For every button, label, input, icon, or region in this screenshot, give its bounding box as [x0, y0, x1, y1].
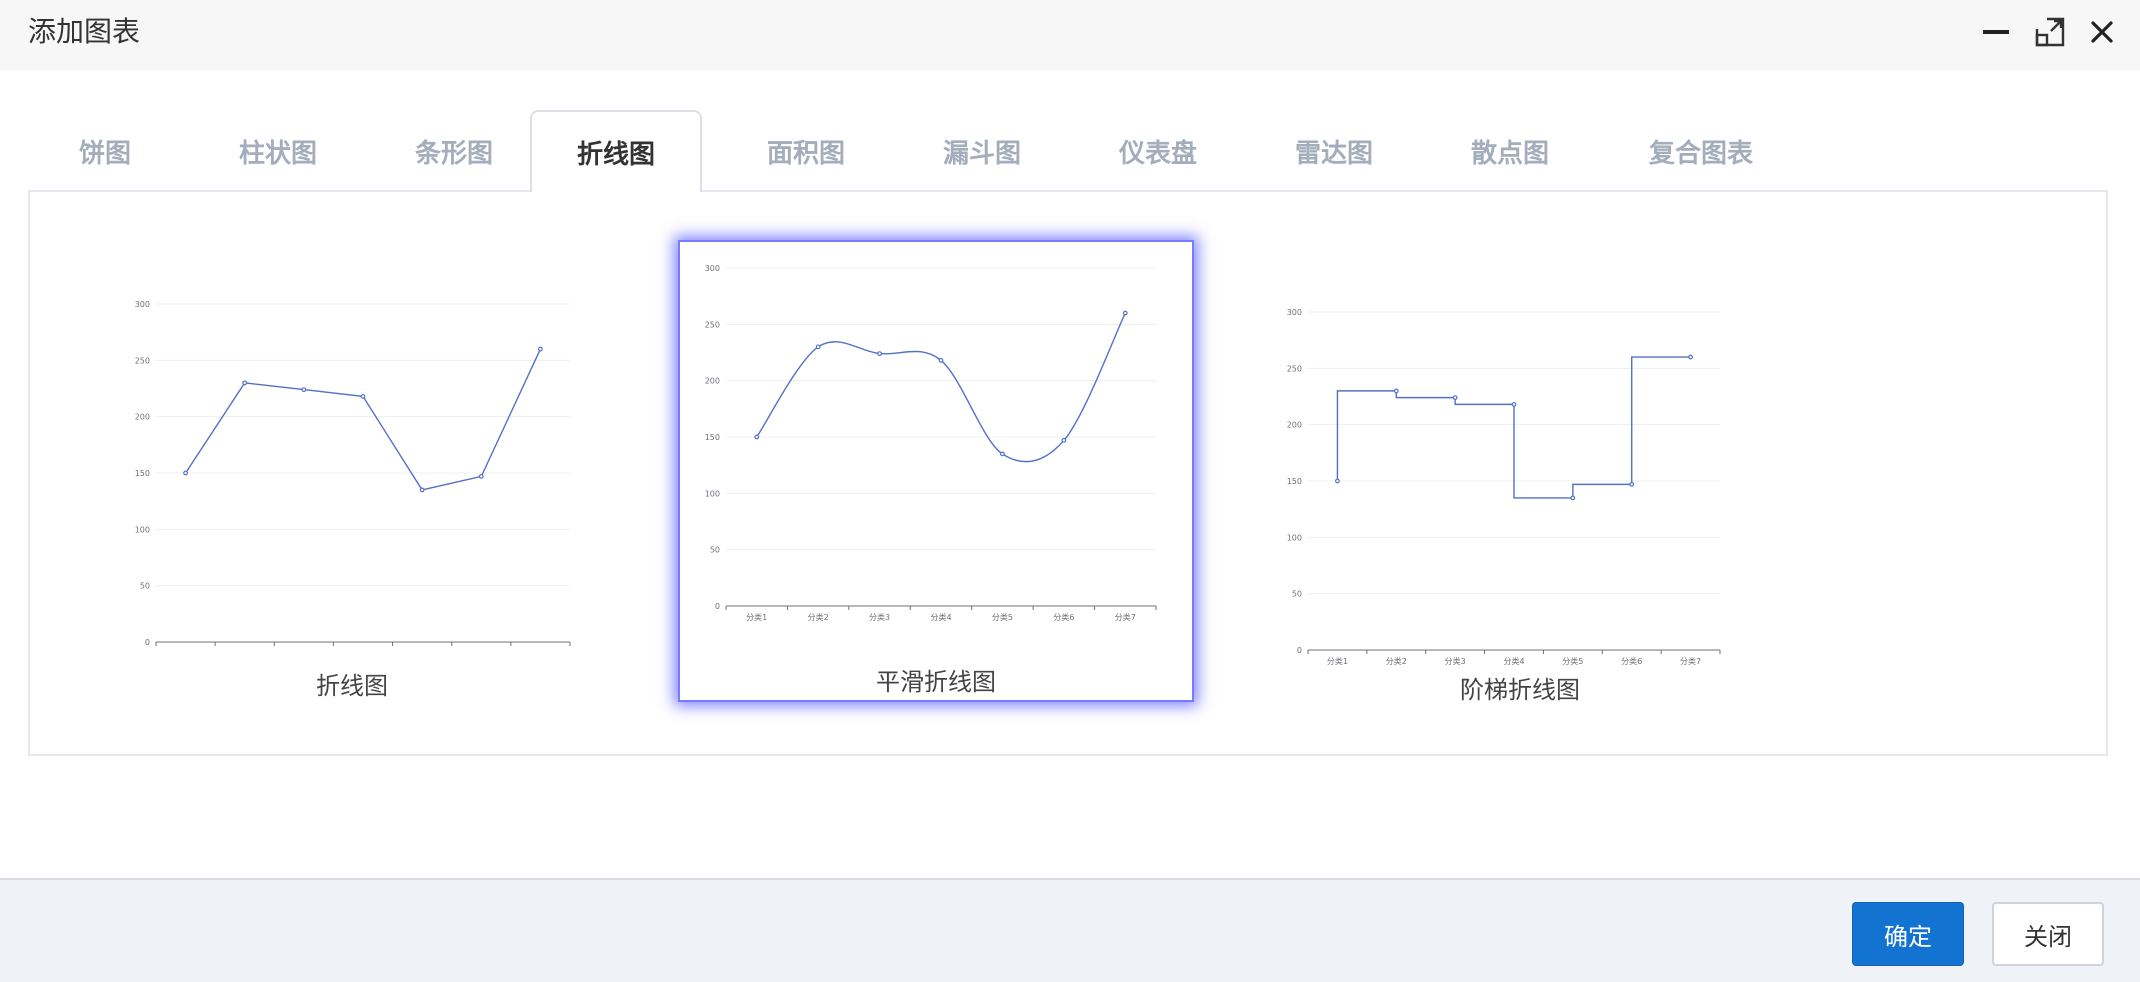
x-tick-label: 分类1: [746, 612, 767, 622]
x-tick-label: 分类5: [992, 612, 1013, 622]
chart-option-step-line[interactable]: 0 50 100 150 200 250 300 分类1 分类2 分类3 分类4 分类5 分类6 分类7 …: [1270, 226, 1770, 704]
dialog-footer: 确定 关闭: [0, 878, 2140, 982]
data-point: [183, 470, 188, 476]
tab-gauge[interactable]: 仪表盘: [1098, 110, 1218, 192]
x-tick-label: 分类1: [1327, 656, 1348, 666]
tab-label: 折线图: [576, 139, 655, 170]
series-line: [756, 312, 1126, 463]
data-point: [938, 357, 944, 363]
data-point: [1570, 495, 1576, 501]
y-tick-label: 0: [1297, 646, 1302, 655]
x-tick-label: 分类7: [1115, 612, 1136, 622]
data-point: [538, 346, 543, 352]
y-tick-label: 300: [705, 264, 720, 273]
confirm-button[interactable]: 确定: [1852, 902, 1964, 966]
dialog-title: 添加图表: [28, 15, 141, 48]
dialog-titlebar: 添加图表: [0, 0, 2140, 70]
y-tick-label: 50: [1292, 590, 1302, 599]
data-point: [1061, 437, 1067, 443]
y-tick-label: 200: [135, 413, 150, 422]
step-line-chart-preview: 0 50 100 150 200 250 300 分类1 分类2 分类3 分类4 分类5 分类6 分类7: [1287, 308, 1721, 666]
data-point: [1688, 354, 1693, 360]
y-tick-label: 150: [135, 469, 150, 478]
series-line: [185, 348, 542, 491]
y-tick-label: 100: [1287, 533, 1302, 542]
chart-option-label: 折线图: [316, 672, 388, 700]
y-tick-label: 150: [1287, 477, 1302, 486]
x-tick-label: 分类2: [1386, 656, 1407, 666]
y-tick-label: 250: [1287, 364, 1302, 373]
data-point: [1335, 478, 1340, 484]
tab-radar[interactable]: 雷达图: [1274, 110, 1394, 192]
tab-area[interactable]: 面积图: [746, 110, 866, 192]
y-tick-label: 0: [145, 638, 150, 646]
y-tick-label: 300: [1287, 308, 1302, 317]
x-tick-label: 分类3: [869, 612, 890, 622]
data-point: [419, 487, 425, 493]
x-tick-label: 分类6: [1053, 612, 1074, 622]
tab-combo[interactable]: 复合图表: [1626, 110, 1776, 192]
tab-label: 漏斗图: [942, 138, 1021, 169]
chart-type-panel: 050100150200250300分类1分类2分类3分类4分类5分类6分类7 …: [28, 190, 2108, 756]
data-point: [1000, 451, 1005, 457]
y-tick-label: 100: [135, 525, 150, 534]
chart-category-tabs: 饼图 柱状图 条形图 折线图 面积图 漏斗图 仪表盘 雷达图 散点图 复合图表: [28, 110, 2108, 192]
chart-option-label: 平滑折线图: [876, 668, 996, 696]
data-point: [360, 393, 366, 399]
data-point: [1122, 310, 1128, 316]
minimize-icon[interactable]: [1978, 14, 2014, 50]
y-tick-label: 200: [705, 377, 720, 386]
data-point: [815, 344, 821, 350]
smooth-line-chart-preview: 0 50 100 150 200 250 300 分类1 分类2 分类3 分类4 分类5 分类6 分类7: [705, 264, 1157, 622]
x-tick-label: 分类7: [1680, 656, 1701, 666]
data-point: [1511, 401, 1517, 407]
tab-label: 柱状图: [238, 138, 317, 169]
data-point: [877, 351, 882, 357]
data-point: [242, 380, 248, 386]
y-tick-label: 50: [710, 546, 720, 555]
chart-option-line[interactable]: 050100150200250300分类1分类2分类3分类4分类5分类6分类7 …: [102, 226, 602, 700]
data-point: [301, 387, 307, 393]
tab-label: 饼图: [78, 138, 131, 169]
tab-scatter[interactable]: 散点图: [1450, 110, 1570, 192]
y-tick-label: 50: [140, 582, 150, 591]
data-point: [1452, 395, 1458, 401]
x-tick-label: 分类5: [1562, 656, 1583, 666]
line-chart-preview: 050100150200250300分类1分类2分类3分类4分类5分类6分类7: [135, 300, 571, 646]
tab-line[interactable]: 折线图: [530, 110, 702, 192]
maximize-icon[interactable]: [2032, 14, 2068, 50]
tab-label: 雷达图: [1294, 138, 1373, 169]
series-line: [1336, 356, 1691, 499]
tab-label: 仪表盘: [1118, 138, 1197, 169]
tab-label: 复合图表: [1648, 138, 1753, 169]
y-tick-label: 100: [705, 489, 720, 498]
x-tick-label: 分类4: [930, 612, 951, 622]
tab-label: 面积图: [766, 138, 845, 169]
close-icon[interactable]: [2084, 14, 2120, 50]
x-tick-label: 分类3: [1445, 656, 1466, 666]
y-tick-label: 250: [705, 320, 720, 329]
chart-option-label: 阶梯折线图: [1460, 676, 1580, 704]
x-tick-label: 分类4: [1503, 656, 1524, 666]
y-tick-label: 0: [715, 602, 720, 611]
x-tick-label: 分类2: [808, 612, 829, 622]
tab-label: 散点图: [1470, 138, 1549, 169]
y-tick-label: 150: [705, 433, 720, 442]
close-button[interactable]: 关闭: [1992, 902, 2104, 966]
y-tick-label: 200: [1287, 421, 1302, 430]
tab-pie[interactable]: 饼图: [50, 110, 160, 192]
tab-bar[interactable]: 条形图: [394, 110, 514, 192]
chart-option-smooth-line[interactable]: 0 50 100 150 200 250 300 分类1 分类2 分类3 分类4 分类5 分类6 分类7 …: [678, 240, 1194, 702]
tab-column[interactable]: 柱状图: [218, 110, 338, 192]
data-point: [754, 434, 760, 440]
data-point: [1393, 388, 1399, 394]
x-tick-label: 分类6: [1621, 656, 1642, 666]
y-tick-label: 250: [135, 356, 150, 365]
y-tick-label: 300: [135, 300, 150, 309]
data-point: [478, 473, 484, 479]
data-point: [1629, 481, 1635, 487]
tab-funnel[interactable]: 漏斗图: [922, 110, 1042, 192]
tab-label: 条形图: [414, 138, 493, 169]
